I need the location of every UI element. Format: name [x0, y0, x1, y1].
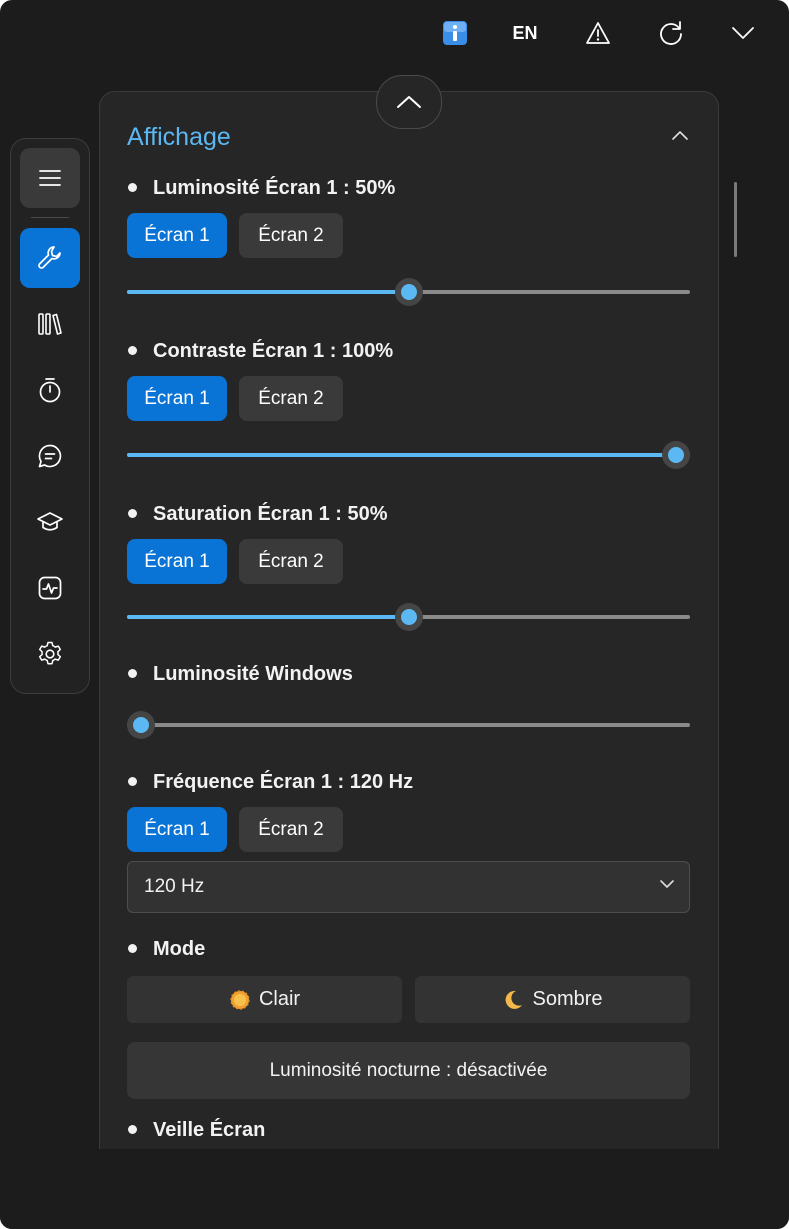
mode-label: Mode [153, 938, 206, 960]
bullet [128, 183, 137, 192]
dark-mode-label: Sombre [532, 988, 603, 1010]
contrast-screen2-button[interactable]: Écran 2 [239, 376, 343, 421]
app-window: EN Affichage Luminosité Écran 1: 50% Éc… [0, 0, 789, 1229]
light-mode-label: Clair [258, 988, 301, 1010]
frequency-screen1-button[interactable]: Écran 1 [127, 807, 227, 852]
sidebar-item-performance[interactable] [20, 558, 80, 618]
sidebar-item-library[interactable] [20, 294, 80, 354]
menu-button[interactable] [20, 148, 80, 208]
sun-icon [230, 989, 250, 1010]
brightness-label: Luminosité Écran 1 : 50% [153, 177, 396, 199]
saturation-label: Saturation Écran 1 : 50% [153, 503, 388, 525]
scrollbar[interactable] [734, 182, 737, 257]
bullet [128, 509, 137, 518]
sidebar-item-tools[interactable] [20, 228, 80, 288]
brightness-slider[interactable] [127, 278, 690, 306]
windows-brightness-slider[interactable] [127, 711, 690, 739]
warning-icon[interactable] [581, 16, 615, 50]
chat-icon [38, 444, 62, 468]
slider-thumb[interactable] [394, 603, 423, 631]
slider-thumb[interactable] [662, 441, 690, 469]
screen-sleep-label: Veille Écran [153, 1119, 266, 1141]
night-light-button[interactable]: Luminosité nocturne : désactivée [127, 1042, 690, 1099]
bullet [128, 777, 137, 786]
bullet [128, 669, 137, 678]
saturation-screen1-button[interactable]: Écran 1 [127, 539, 227, 584]
contrast-screen1-button[interactable]: Écran 1 [127, 376, 227, 421]
slider-thumb[interactable] [394, 278, 423, 306]
section-collapse-icon[interactable] [670, 128, 690, 146]
windows-brightness-label: Luminosité Windows [153, 663, 353, 685]
chevron-down-icon [660, 880, 674, 888]
dark-mode-button[interactable]: Sombre [415, 976, 690, 1023]
brightness-screen2-button[interactable]: Écran 2 [239, 213, 343, 258]
sidebar-item-settings[interactable] [20, 624, 80, 684]
sidebar-divider [31, 217, 69, 218]
sidebar-item-chat[interactable] [20, 426, 80, 486]
brightness-screen1-button[interactable]: Écran 1 [127, 213, 227, 258]
gear-icon [38, 641, 62, 665]
bullet [128, 346, 137, 355]
refresh-icon[interactable] [654, 16, 688, 50]
saturation-screen2-button[interactable]: Écran 2 [239, 539, 343, 584]
wrench-icon [38, 246, 61, 269]
chevron-up-icon [397, 96, 421, 108]
frequency-label: Fréquence Écran 1 : 120 Hz [153, 771, 414, 793]
sidebar-item-timer[interactable] [20, 360, 80, 420]
library-icon [38, 313, 62, 335]
menu-icon [39, 170, 61, 186]
sidebar-item-learning[interactable] [20, 492, 80, 552]
bullet [128, 1125, 137, 1134]
bullet [128, 944, 137, 953]
frequency-screen2-button[interactable]: Écran 2 [239, 807, 343, 852]
activity-icon [38, 576, 62, 600]
section-title: Affichage [127, 123, 231, 151]
slider-thumb[interactable] [127, 711, 155, 739]
contrast-slider[interactable] [127, 441, 690, 469]
frequency-dropdown[interactable]: 120 Hz [127, 861, 690, 913]
graduation-cap-icon [37, 512, 63, 531]
info-icon[interactable] [438, 16, 472, 50]
chevron-down-icon[interactable] [726, 16, 760, 50]
contrast-label: Contraste Écran 1 : 100% [153, 340, 394, 362]
stopwatch-icon [39, 378, 61, 403]
window-bottom [0, 1149, 789, 1229]
collapse-panel-button[interactable] [376, 75, 442, 129]
frequency-selected-value: 120 Hz [144, 876, 205, 897]
language-button[interactable]: EN [508, 16, 542, 50]
sidebar [10, 138, 90, 694]
saturation-slider[interactable] [127, 603, 690, 631]
light-mode-button[interactable]: Clair [127, 976, 402, 1023]
moon-icon [506, 990, 523, 1009]
